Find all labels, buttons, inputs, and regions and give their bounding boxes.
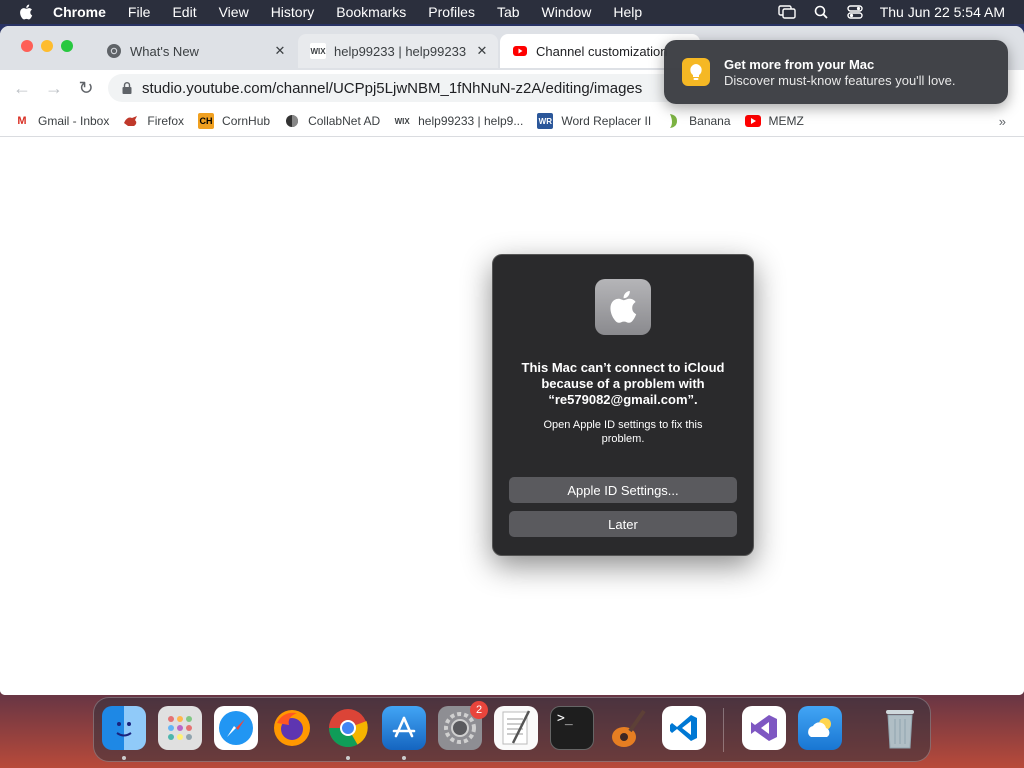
chrome-icon[interactable] bbox=[326, 706, 370, 750]
close-window-button[interactable] bbox=[21, 40, 33, 52]
tips-lightbulb-icon bbox=[682, 58, 710, 86]
menu-help[interactable]: Help bbox=[613, 0, 642, 24]
bookmark-cornhub[interactable]: CH CornHub bbox=[198, 113, 270, 129]
tab-help99233[interactable]: WIX help99233 | help99233 ✕ bbox=[298, 34, 498, 68]
vscode-icon[interactable] bbox=[662, 706, 706, 750]
visual-studio-icon[interactable] bbox=[742, 706, 786, 750]
safari-icon[interactable] bbox=[214, 706, 258, 750]
tab-title: What's New bbox=[130, 43, 199, 59]
menu-tab[interactable]: Tab bbox=[497, 0, 520, 24]
lock-icon bbox=[122, 82, 132, 94]
youtube-icon bbox=[744, 113, 761, 129]
url-text: studio.youtube.com/channel/UCPpj5LjwNBM_… bbox=[142, 79, 643, 97]
menu-window[interactable]: Window bbox=[542, 0, 592, 24]
close-tab-icon[interactable]: ✕ bbox=[474, 43, 490, 59]
dock-separator bbox=[723, 708, 724, 752]
bookmark-label: CollabNet AD bbox=[308, 114, 381, 128]
collabnet-icon bbox=[284, 113, 300, 129]
bookmark-help99233[interactable]: WIX help99233 | help9... bbox=[394, 113, 524, 129]
firefox-bookmark-icon bbox=[123, 113, 139, 129]
bookmark-memz[interactable]: MEMZ bbox=[744, 113, 804, 129]
zoom-window-button[interactable] bbox=[61, 40, 73, 52]
notification-body: Discover must-know features you'll love. bbox=[724, 72, 956, 88]
menu-file[interactable]: File bbox=[128, 0, 151, 24]
running-indicator bbox=[402, 756, 406, 760]
menu-bookmarks[interactable]: Bookmarks bbox=[336, 0, 406, 24]
bookmark-collabnet[interactable]: CollabNet AD bbox=[284, 113, 380, 129]
bookmark-label: Word Replacer II bbox=[561, 114, 652, 128]
back-arrow-icon[interactable]: ← bbox=[10, 76, 34, 100]
notification-title: Get more from your Mac bbox=[724, 56, 875, 72]
dock: 2 >_ bbox=[93, 697, 931, 762]
menu-profiles[interactable]: Profiles bbox=[428, 0, 475, 24]
weather-icon[interactable] bbox=[798, 706, 842, 750]
menu-edit[interactable]: Edit bbox=[172, 0, 196, 24]
bookmark-gmail[interactable]: M Gmail - Inbox bbox=[14, 113, 109, 129]
icloud-alert-dialog: This Mac can’t connect to iCloud because… bbox=[492, 254, 754, 556]
minimize-window-button[interactable] bbox=[41, 40, 53, 52]
forward-arrow-icon[interactable]: → bbox=[42, 76, 66, 100]
bookmark-label: Firefox bbox=[147, 114, 185, 128]
bookmark-label: Banana bbox=[689, 114, 731, 128]
bookmark-label: help99233 | help9... bbox=[418, 114, 524, 128]
close-tab-icon[interactable]: ✕ bbox=[272, 43, 288, 59]
launchpad-icon[interactable] bbox=[158, 706, 202, 750]
menu-app-name[interactable]: Chrome bbox=[53, 0, 106, 24]
banana-icon bbox=[665, 113, 681, 129]
garageband-icon[interactable] bbox=[606, 706, 650, 750]
bookmark-firefox[interactable]: Firefox bbox=[123, 113, 184, 129]
bookmarks-overflow-icon[interactable]: » bbox=[999, 114, 1006, 129]
firefox-icon[interactable] bbox=[270, 706, 314, 750]
wix-icon: WIX bbox=[394, 116, 410, 126]
trash-icon[interactable] bbox=[878, 706, 922, 750]
word-replacer-icon: WR bbox=[537, 113, 554, 129]
menu-view[interactable]: View bbox=[219, 0, 249, 24]
apple-menu-icon[interactable] bbox=[19, 4, 33, 20]
running-indicator bbox=[122, 756, 126, 760]
textedit-icon[interactable] bbox=[494, 706, 538, 750]
apple-id-settings-button[interactable]: Apple ID Settings... bbox=[509, 477, 737, 503]
bookmark-label: CornHub bbox=[222, 114, 271, 128]
app-store-icon[interactable] bbox=[382, 706, 426, 750]
address-bar[interactable]: studio.youtube.com/channel/UCPpj5LjwNBM_… bbox=[108, 74, 688, 102]
finder-icon[interactable] bbox=[102, 706, 146, 750]
bookmarks-bar: M Gmail - Inbox Firefox CH CornHub Colla… bbox=[0, 106, 1024, 137]
bookmark-label: MEMZ bbox=[768, 114, 804, 128]
control-center-icon[interactable] bbox=[846, 5, 864, 19]
menu-history[interactable]: History bbox=[271, 0, 315, 24]
wix-icon: WIX bbox=[310, 43, 326, 59]
window-controls bbox=[21, 40, 81, 52]
youtube-icon bbox=[513, 46, 527, 56]
screen-mirroring-icon[interactable] bbox=[777, 5, 796, 19]
dialog-title: This Mac can’t connect to iCloud because… bbox=[521, 360, 725, 407]
cornhub-icon: CH bbox=[198, 113, 215, 129]
running-indicator bbox=[346, 756, 350, 760]
gmail-icon: M bbox=[17, 115, 27, 127]
later-button[interactable]: Later bbox=[509, 511, 737, 537]
spotlight-search-icon[interactable] bbox=[812, 5, 830, 19]
notification-banner[interactable]: Get more from your Mac Discover must-kno… bbox=[664, 40, 1008, 104]
dialog-message: Open Apple ID settings to fix this probl… bbox=[543, 419, 703, 445]
notification-badge: 2 bbox=[470, 701, 488, 719]
terminal-icon[interactable]: >_ bbox=[550, 706, 594, 750]
apple-logo-icon bbox=[595, 279, 651, 335]
tab-title: help99233 | help99233 bbox=[334, 43, 467, 59]
menu-bar-clock[interactable]: Thu Jun 22 5:54 AM bbox=[880, 4, 1005, 20]
tab-whats-new[interactable]: What's New ✕ bbox=[94, 34, 296, 68]
bookmark-word-replacer[interactable]: WR Word Replacer II bbox=[537, 113, 651, 129]
menu-bar: Chrome File Edit View History Bookmarks … bbox=[0, 0, 1024, 24]
reload-icon[interactable]: ↻ bbox=[74, 76, 98, 100]
bookmark-label: Gmail - Inbox bbox=[38, 114, 110, 128]
chrome-icon bbox=[107, 44, 121, 58]
bookmark-banana[interactable]: Banana bbox=[665, 113, 731, 129]
